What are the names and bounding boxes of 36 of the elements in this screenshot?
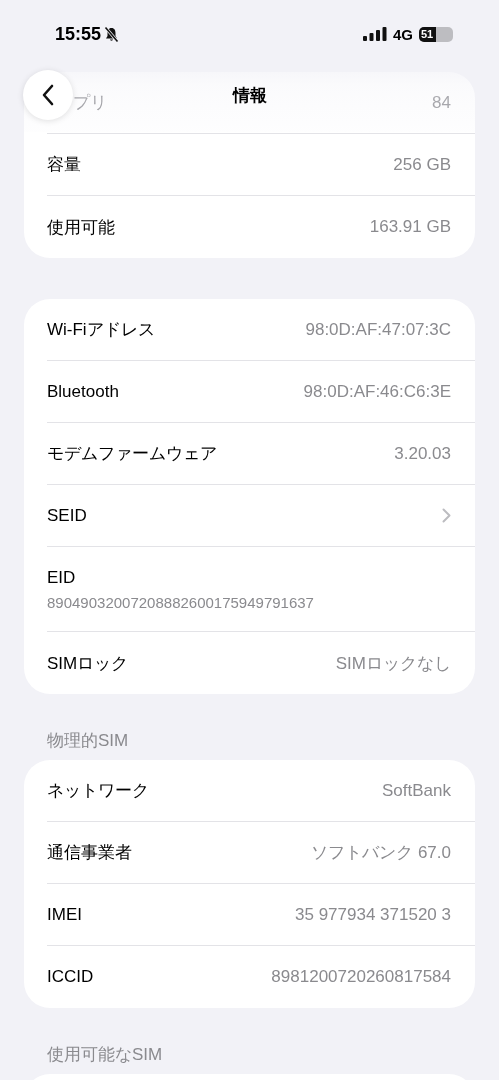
row-label: ICCID — [47, 967, 94, 987]
status-time: 15:55 — [55, 23, 102, 45]
back-button[interactable] — [23, 70, 73, 120]
row-value: 8981200720260817584 — [271, 967, 451, 987]
signal-icon — [363, 27, 387, 41]
row-value: SIMロックなし — [335, 652, 451, 675]
row-label: Wi-Fiアドレス — [47, 319, 155, 341]
row-label: モデムファームウェア — [47, 443, 217, 465]
network-type: 4G — [393, 25, 413, 43]
row-label: ネットワーク — [47, 780, 149, 802]
row-value: 98:0D:AF:47:07:3C — [305, 319, 451, 340]
row-label: 使用可能 — [47, 216, 115, 239]
row-label: SIMロック — [47, 652, 129, 675]
row-value: 84 — [432, 92, 451, 113]
chevron-icon — [442, 508, 451, 523]
row-label: Bluetooth — [47, 381, 119, 402]
row-value: ソフトバンク 67.0 — [311, 842, 451, 864]
settings-row[interactable]: SEID — [47, 485, 475, 547]
row-value: SoftBank — [382, 780, 451, 801]
section-header: 物理的SIM — [46, 731, 130, 752]
row-label: EID — [47, 567, 76, 588]
row-label: 通信事業者 — [47, 842, 132, 864]
battery-icon: 51 — [419, 26, 453, 42]
section-header: 使用可能なSIM — [46, 1045, 164, 1066]
row-value: 256 GB — [393, 154, 451, 175]
row-value: 35 977934 371520 3 — [295, 904, 451, 925]
row-value: 89049032007208882600175949791637 — [47, 593, 314, 611]
back-icon — [41, 84, 55, 106]
nav-title: 情報 — [232, 84, 267, 107]
row-value: 163.91 GB — [369, 217, 451, 237]
row-label: 容量 — [47, 154, 81, 176]
row-label: IMEI — [47, 904, 82, 925]
row-value: 3.20.03 — [394, 443, 451, 464]
row-label: プリ — [72, 92, 107, 114]
row-label: SEID — [47, 505, 87, 526]
row-value: 98:0D:AF:46:C6:3E — [303, 381, 451, 402]
